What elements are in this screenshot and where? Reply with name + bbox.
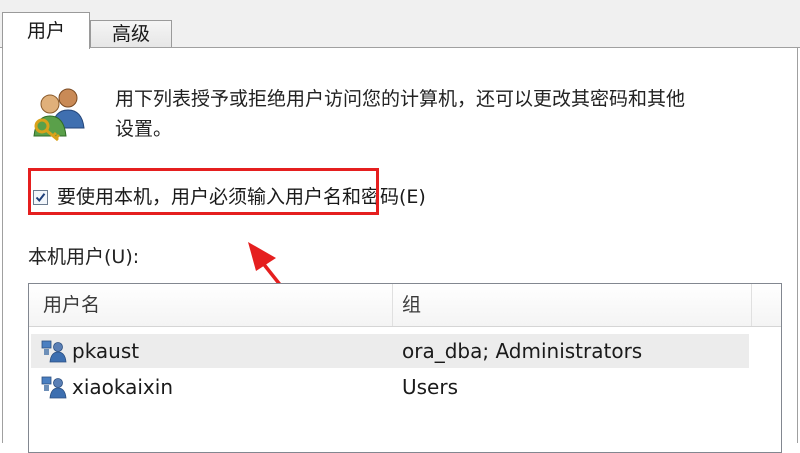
tab-strip: 用户 高级 xyxy=(0,0,800,49)
user-group-cell: Users xyxy=(402,375,459,399)
user-icon xyxy=(41,376,67,399)
table-row[interactable]: pkaust ora_dba; Administrators xyxy=(31,334,749,368)
user-name-cell: pkaust xyxy=(72,339,140,363)
tab-users-label: 用户 xyxy=(26,19,65,42)
user-name-cell: xiaokaixin xyxy=(72,375,173,399)
tab-advanced[interactable]: 高级 xyxy=(90,20,172,48)
highlight-annotation xyxy=(28,168,379,215)
description-text: 用下列表授予或拒绝用户访问您的计算机，还可以更改其密码和其他 设置。 xyxy=(115,84,785,144)
user-icon xyxy=(41,340,67,363)
description-line-1: 用下列表授予或拒绝用户访问您的计算机，还可以更改其密码和其他 xyxy=(115,88,686,110)
description-line-2: 设置。 xyxy=(115,118,173,140)
tab-users[interactable]: 用户 xyxy=(2,12,90,49)
users-key-icon xyxy=(33,88,85,142)
tab-advanced-label: 高级 xyxy=(111,23,150,45)
column-divider[interactable] xyxy=(751,284,752,326)
user-group-cell: ora_dba; Administrators xyxy=(402,339,643,363)
list-header: 用户名 组 xyxy=(29,284,781,327)
column-header-username[interactable]: 用户名 xyxy=(43,293,100,317)
column-divider[interactable] xyxy=(392,284,393,326)
column-header-group[interactable]: 组 xyxy=(402,293,421,317)
local-users-label: 本机用户(U): xyxy=(28,246,140,268)
local-users-list[interactable]: 用户名 组 pkaust ora_dba; Administrators xia… xyxy=(28,283,782,453)
table-row[interactable]: xiaokaixin Users xyxy=(31,370,749,404)
